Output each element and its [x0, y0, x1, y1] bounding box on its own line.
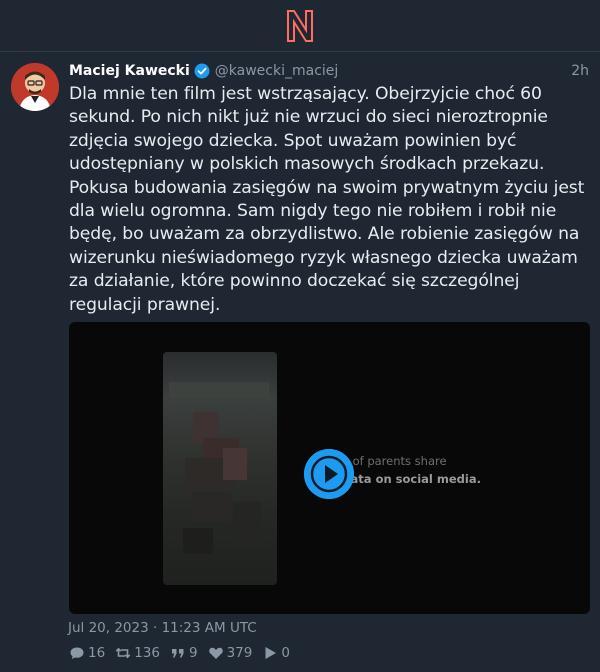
play-icon — [304, 449, 354, 499]
tweet-relative-time[interactable]: 2h — [571, 63, 589, 79]
replies-count: 16 — [88, 645, 106, 661]
quote-icon — [171, 649, 184, 658]
retweets-stat[interactable]: 136 — [115, 645, 160, 661]
retweet-icon — [115, 647, 131, 659]
video-thumbnail — [163, 352, 277, 585]
tweet-stats: 16 136 9 379 0 — [69, 645, 300, 661]
avatar-image — [11, 63, 59, 111]
views-stat[interactable]: 0 — [262, 645, 290, 661]
play-count-icon — [265, 647, 277, 659]
quotes-count: 9 — [188, 645, 198, 661]
author-handle[interactable]: @kawecki_maciej — [215, 63, 339, 79]
author-name[interactable]: Maciej Kawecki — [69, 63, 190, 79]
likes-stat[interactable]: 379 — [208, 645, 253, 661]
video-player[interactable]: % of parents share ls' data on social me… — [69, 322, 590, 614]
views-count: 0 — [281, 645, 290, 661]
verified-badge-icon — [194, 63, 210, 79]
comment-icon — [70, 647, 84, 659]
nitter-logo-icon[interactable] — [285, 9, 315, 43]
top-nav-bar — [0, 0, 600, 52]
tweet-date[interactable]: Jul 20, 2023 · 11:23 AM UTC — [68, 620, 257, 636]
play-button[interactable] — [304, 449, 354, 499]
tweet-header: Maciej Kawecki @kawecki_maciej 2h — [69, 61, 589, 81]
tweet-text: Dla mnie ten film jest wstrząsający. Obe… — [69, 84, 585, 315]
quotes-stat[interactable]: 9 — [170, 645, 198, 661]
avatar[interactable] — [11, 63, 59, 111]
heart-icon — [208, 647, 223, 659]
likes-count: 379 — [226, 645, 253, 661]
retweets-count: 136 — [134, 645, 160, 661]
replies-stat[interactable]: 16 — [69, 645, 105, 661]
